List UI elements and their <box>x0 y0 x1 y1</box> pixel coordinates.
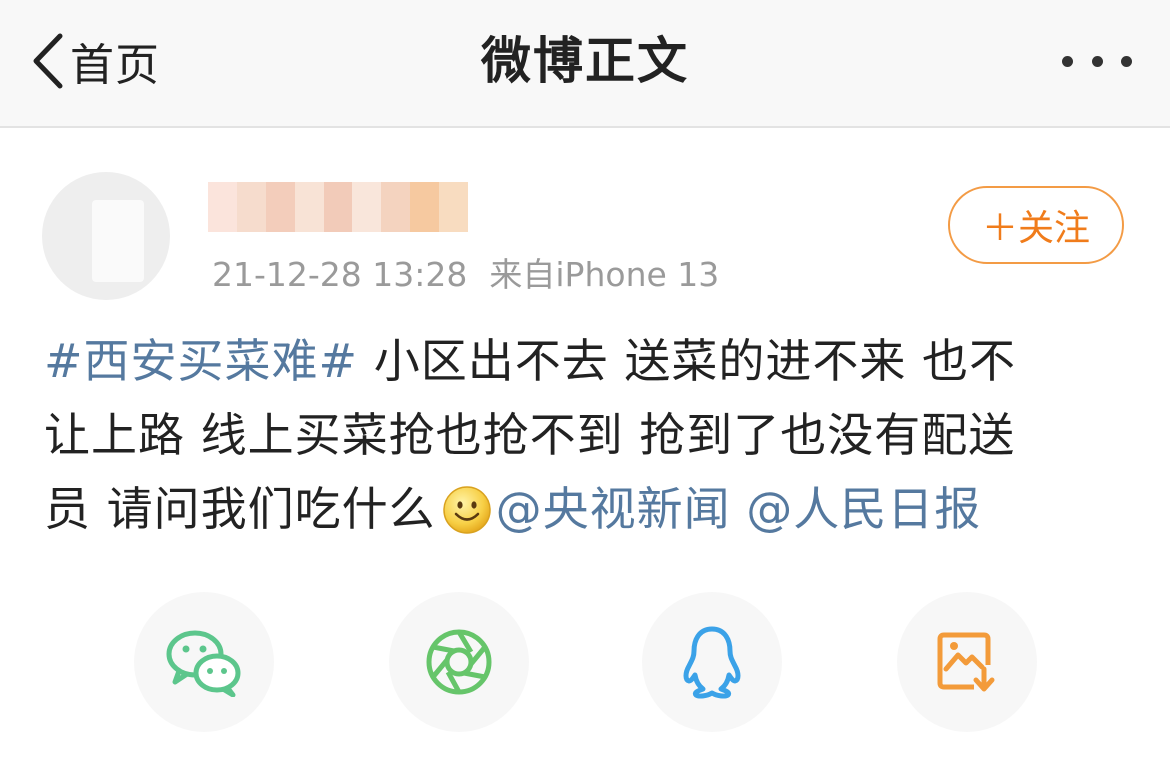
avatar-placeholder <box>92 200 144 282</box>
share-save-image-button[interactable] <box>897 592 1037 732</box>
post-text-line2: 让上路 线上买菜抢也抢不到 抢到了也没有配送 <box>44 408 1016 462</box>
more-dot-icon <box>1062 55 1073 67</box>
nav-bar: 首页 微博正文 <box>0 0 1170 128</box>
wechat-icon <box>166 630 241 697</box>
follow-button[interactable]: ＋关注 <box>948 186 1124 264</box>
moments-icon <box>426 629 492 695</box>
share-qq-button[interactable] <box>642 592 782 732</box>
more-options-button[interactable] <box>1062 50 1132 72</box>
share-moments-button[interactable] <box>389 592 529 732</box>
post-text-line3: 员 请问我们吃什么 <box>44 482 436 536</box>
share-bar <box>0 592 1170 732</box>
post-text-line1: 小区出不去 送菜的进不来 也不 <box>358 334 1016 388</box>
more-dot-icon <box>1121 55 1132 67</box>
qq-icon <box>683 626 741 699</box>
mention-link-peoples-daily[interactable]: @人民日报 <box>746 482 981 536</box>
post-text: #西安买菜难# 小区出不去 送菜的进不来 也不 让上路 线上买菜抢也抢不到 抢到… <box>44 324 1134 556</box>
share-wechat-button[interactable] <box>134 592 274 732</box>
more-dot-icon <box>1091 55 1103 67</box>
mention-link-cctv[interactable]: @央视新闻 <box>496 482 731 536</box>
post-timestamp: 21-12-28 13:28 <box>212 255 468 294</box>
smile-emoji-icon <box>442 482 492 556</box>
username-redacted[interactable] <box>208 182 469 232</box>
avatar[interactable] <box>42 172 170 300</box>
topic-link[interactable]: #西安买菜难# <box>44 334 358 388</box>
save-image-icon <box>937 632 995 692</box>
page-title: 微博正文 <box>481 32 689 90</box>
post-meta: 21-12-28 13:28 来自iPhone 13 <box>212 252 719 298</box>
post-source: 来自iPhone 13 <box>489 255 720 294</box>
